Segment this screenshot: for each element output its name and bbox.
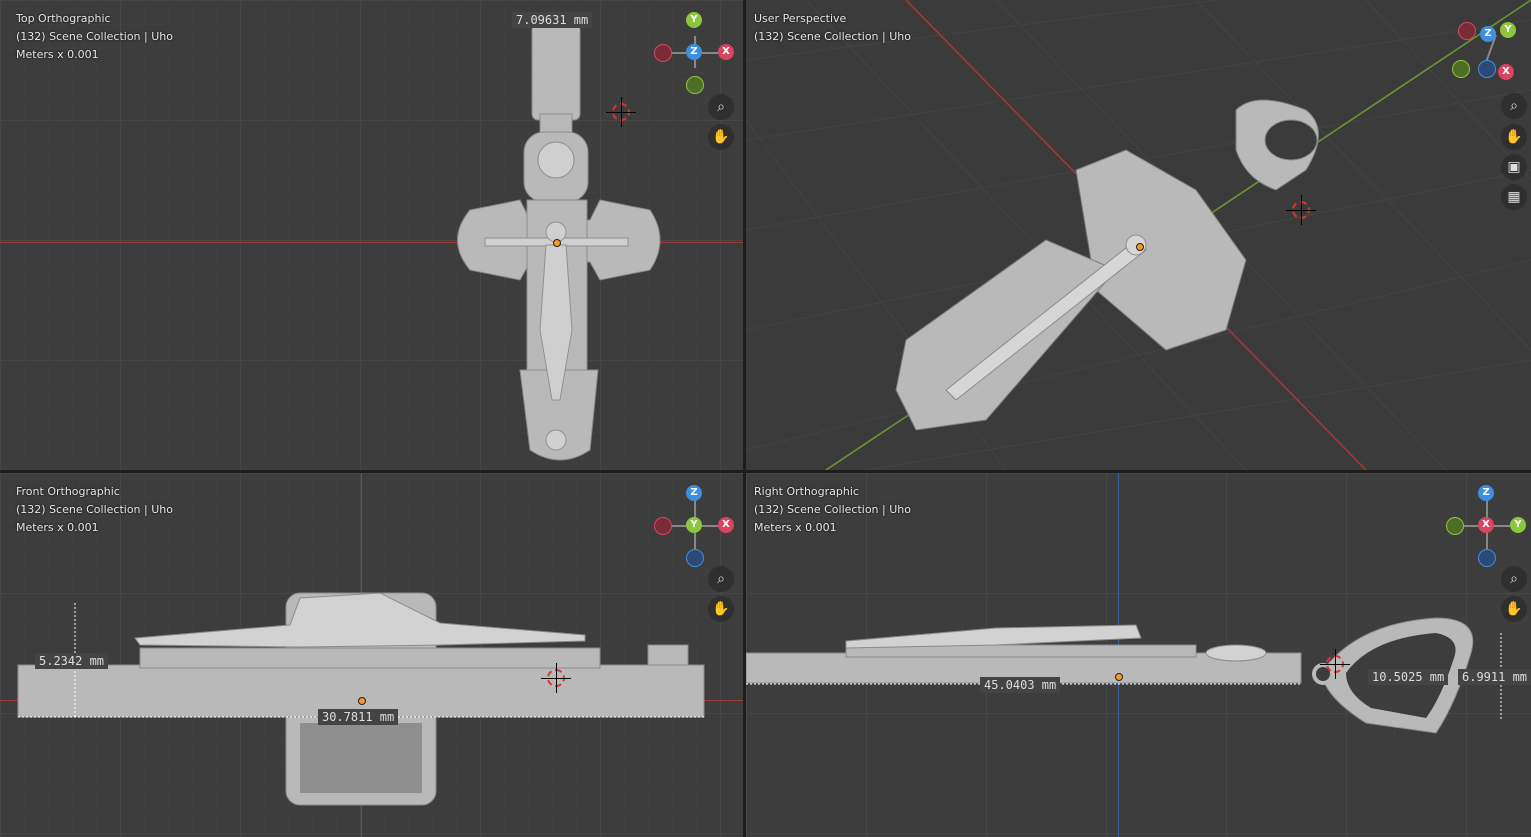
zoom-icon[interactable]: ⌕ <box>1501 93 1527 119</box>
pan-hand-icon[interactable]: ✋ <box>708 596 734 622</box>
measure-width-label: 30.7811 mm <box>318 709 399 725</box>
viewport-user-perspective[interactable]: User Perspective (132) Scene Collection … <box>746 0 1531 470</box>
viewport-top-orthographic[interactable]: 7.09631 mm Top Orthographic (132) Scene … <box>0 0 743 470</box>
z-axis-icon[interactable]: Z <box>1478 485 1494 501</box>
neg-y-axis-icon[interactable] <box>1452 60 1470 78</box>
x-axis-icon[interactable]: X <box>1498 64 1514 80</box>
camera-icon[interactable]: ▣ <box>1501 154 1527 180</box>
neg-x-axis-icon[interactable] <box>1458 22 1476 40</box>
unit-scale: Meters x 0.001 <box>16 48 99 61</box>
viewport-right-orthographic[interactable]: 45.0403 mm 10.5025 mm 6.9911 mm Right Or… <box>746 473 1531 837</box>
measure-loop2-label: 6.9911 mm <box>1458 669 1531 685</box>
x-axis-icon[interactable]: X <box>718 517 734 533</box>
navigation-gizmo[interactable]: Z Y X <box>1446 10 1531 100</box>
y-axis-icon[interactable]: Y <box>686 12 702 28</box>
grid-projection-icon[interactable]: ▦ <box>1501 184 1527 210</box>
unit-scale: Meters x 0.001 <box>754 521 837 534</box>
neg-y-axis-icon[interactable] <box>686 76 704 94</box>
y-axis-icon[interactable]: Y <box>1510 517 1526 533</box>
viewport-title: Top Orthographic <box>16 12 111 25</box>
scene-collection: (132) Scene Collection | Uho <box>16 30 173 43</box>
neg-z-axis-icon[interactable] <box>1478 60 1496 78</box>
y-axis-icon[interactable]: Y <box>686 517 702 533</box>
pan-hand-icon[interactable]: ✋ <box>708 124 734 150</box>
viewport-info: User Perspective (132) Scene Collection … <box>754 10 911 46</box>
pan-hand-icon[interactable]: ✋ <box>1501 596 1527 622</box>
viewport-title: Right Orthographic <box>754 485 859 498</box>
z-axis-icon[interactable]: Z <box>686 485 702 501</box>
navigation-gizmo[interactable]: Z Y X <box>650 481 740 571</box>
measure-loop-label: 10.5025 mm <box>1368 669 1449 685</box>
viewport-title: User Perspective <box>754 12 847 25</box>
3d-cursor[interactable] <box>606 97 636 127</box>
neg-x-axis-icon[interactable] <box>654 517 672 535</box>
zoom-icon[interactable]: ⌕ <box>1501 566 1527 592</box>
scene-collection: (132) Scene Collection | Uho <box>754 30 911 43</box>
object-origin <box>553 239 561 247</box>
viewport-info: Right Orthographic (132) Scene Collectio… <box>754 483 911 537</box>
scene-collection: (132) Scene Collection | Uho <box>16 503 173 516</box>
z-axis-icon[interactable]: Z <box>1480 26 1496 42</box>
viewport-info: Top Orthographic (132) Scene Collection … <box>16 10 173 64</box>
neg-y-axis-icon[interactable] <box>1446 517 1464 535</box>
viewport-title: Front Orthographic <box>16 485 120 498</box>
object-origin <box>1115 673 1123 681</box>
object-origin <box>1136 243 1144 251</box>
unit-scale: Meters x 0.001 <box>16 521 99 534</box>
x-axis-icon[interactable]: X <box>718 44 734 60</box>
viewport-info: Front Orthographic (132) Scene Collectio… <box>16 483 173 537</box>
measure-length-label: 45.0403 mm <box>980 677 1061 693</box>
pendant-top-view <box>457 23 661 461</box>
navigation-gizmo[interactable]: Z X Y <box>1442 481 1531 571</box>
3d-cursor[interactable] <box>1320 649 1350 679</box>
measure-label: 7.09631 mm <box>512 12 593 28</box>
y-axis-icon[interactable]: Y <box>1500 22 1516 38</box>
viewport-front-orthographic[interactable]: 5.2342 mm 30.7811 mm Front Orthographic … <box>0 473 743 837</box>
perspective-grid <box>746 0 1531 470</box>
navigation-gizmo[interactable]: Y Z X <box>650 8 740 98</box>
3d-cursor[interactable] <box>1286 195 1316 225</box>
measure-height-label: 5.2342 mm <box>35 653 109 669</box>
zoom-icon[interactable]: ⌕ <box>708 94 734 120</box>
scene-collection: (132) Scene Collection | Uho <box>754 503 911 516</box>
neg-z-axis-icon[interactable] <box>1478 549 1496 567</box>
z-axis-icon[interactable]: Z <box>686 44 702 60</box>
object-origin <box>358 697 366 705</box>
neg-x-axis-icon[interactable] <box>654 44 672 62</box>
pan-hand-icon[interactable]: ✋ <box>1501 124 1527 150</box>
zoom-icon[interactable]: ⌕ <box>708 566 734 592</box>
3d-cursor[interactable] <box>541 663 571 693</box>
x-axis-icon[interactable]: X <box>1478 517 1494 533</box>
neg-z-axis-icon[interactable] <box>686 549 704 567</box>
